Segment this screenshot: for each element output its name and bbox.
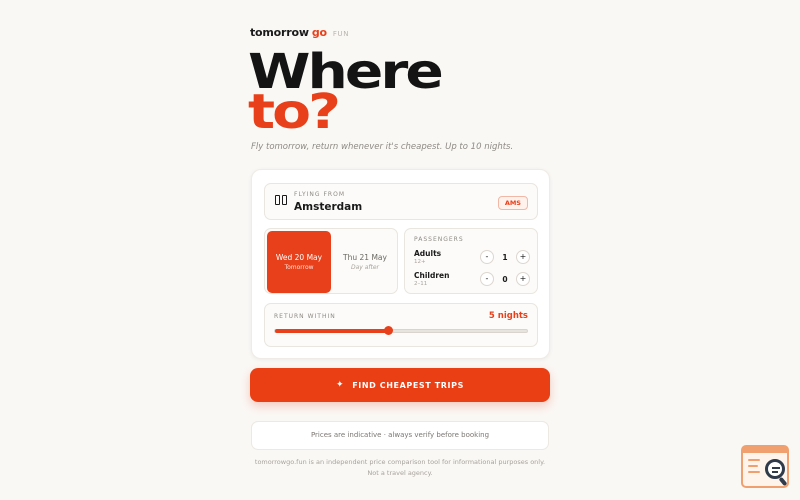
disclaimer: tomorrowgo.fun is an independent price c… [250, 457, 550, 479]
search-card: FLYING FROM Amsterdam AMS Wed 20 May Tom… [251, 169, 550, 359]
find-cheapest-trips-label: FIND CHEAPEST TRIPS [352, 380, 464, 390]
children-count: 0 [502, 274, 508, 284]
return-within-value: 5 nights [488, 311, 528, 321]
children-age: 2–11 [414, 281, 428, 287]
hero-title: Where to? [248, 48, 444, 136]
children-row: Children 2–11 - 0 + [414, 271, 530, 289]
adults-label: Adults [414, 249, 442, 258]
flying-from-city: Amsterdam [294, 201, 363, 213]
return-within-panel: RETURN WITHIN 5 nights [264, 303, 538, 347]
flying-from-field[interactable]: FLYING FROM Amsterdam AMS [264, 183, 538, 220]
children-increment-button[interactable]: + [516, 272, 530, 286]
adults-age: 12+ [414, 259, 426, 265]
adults-decrement-button[interactable]: - [480, 250, 494, 264]
tagline: Fly tomorrow, return whenever it's cheap… [251, 142, 514, 152]
date-option-day-after[interactable]: Thu 21 May Day after [333, 231, 397, 293]
children-stepper: - 0 + [480, 272, 530, 286]
date-option-tomorrow[interactable]: Wed 20 May Tomorrow [267, 231, 331, 293]
find-cheapest-trips-button[interactable]: ✦ FIND CHEAPEST TRIPS [250, 368, 550, 402]
price-notice: Prices are indicative · always verify be… [251, 421, 549, 450]
brand-name-part2: go [311, 26, 327, 39]
date-option-date: Wed 20 May [275, 253, 323, 262]
departure-board-icon [275, 195, 287, 207]
airport-code-badge: AMS [497, 196, 528, 210]
brand-logo[interactable]: tomorrow go FUN [250, 26, 349, 39]
adults-row: Adults 12+ - 1 + [414, 249, 530, 267]
adults-increment-button[interactable]: + [516, 250, 530, 264]
hero-line-2: to? [248, 84, 341, 140]
adults-count: 1 [502, 252, 508, 262]
nights-slider-fill [275, 329, 389, 333]
flying-from-label: FLYING FROM [294, 191, 345, 198]
return-within-label: RETURN WITHIN [274, 313, 336, 320]
passengers-panel: PASSENGERS Adults 12+ - 1 + Children 2–1… [404, 228, 538, 294]
children-decrement-button[interactable]: - [480, 272, 494, 286]
feedback-widget-icon[interactable] [741, 445, 789, 488]
disclaimer-line-2: Not a travel agency. [367, 469, 433, 477]
sparkle-icon: ✦ [336, 380, 345, 390]
brand-name-part1: tomorrow [250, 26, 309, 39]
brand-suffix: FUN [332, 30, 350, 38]
date-selector: Wed 20 May Tomorrow Thu 21 May Day after [264, 228, 398, 294]
adults-stepper: - 1 + [480, 250, 530, 264]
disclaimer-line-1: tomorrowgo.fun is an independent price c… [254, 458, 546, 466]
date-option-sub: Day after [350, 264, 380, 271]
nights-slider-track[interactable] [274, 326, 528, 335]
passengers-label: PASSENGERS [414, 236, 464, 243]
nights-slider-thumb[interactable] [384, 326, 394, 335]
children-label: Children [414, 271, 450, 280]
date-option-sub: Tomorrow [284, 264, 314, 271]
date-option-date: Thu 21 May [343, 253, 387, 262]
